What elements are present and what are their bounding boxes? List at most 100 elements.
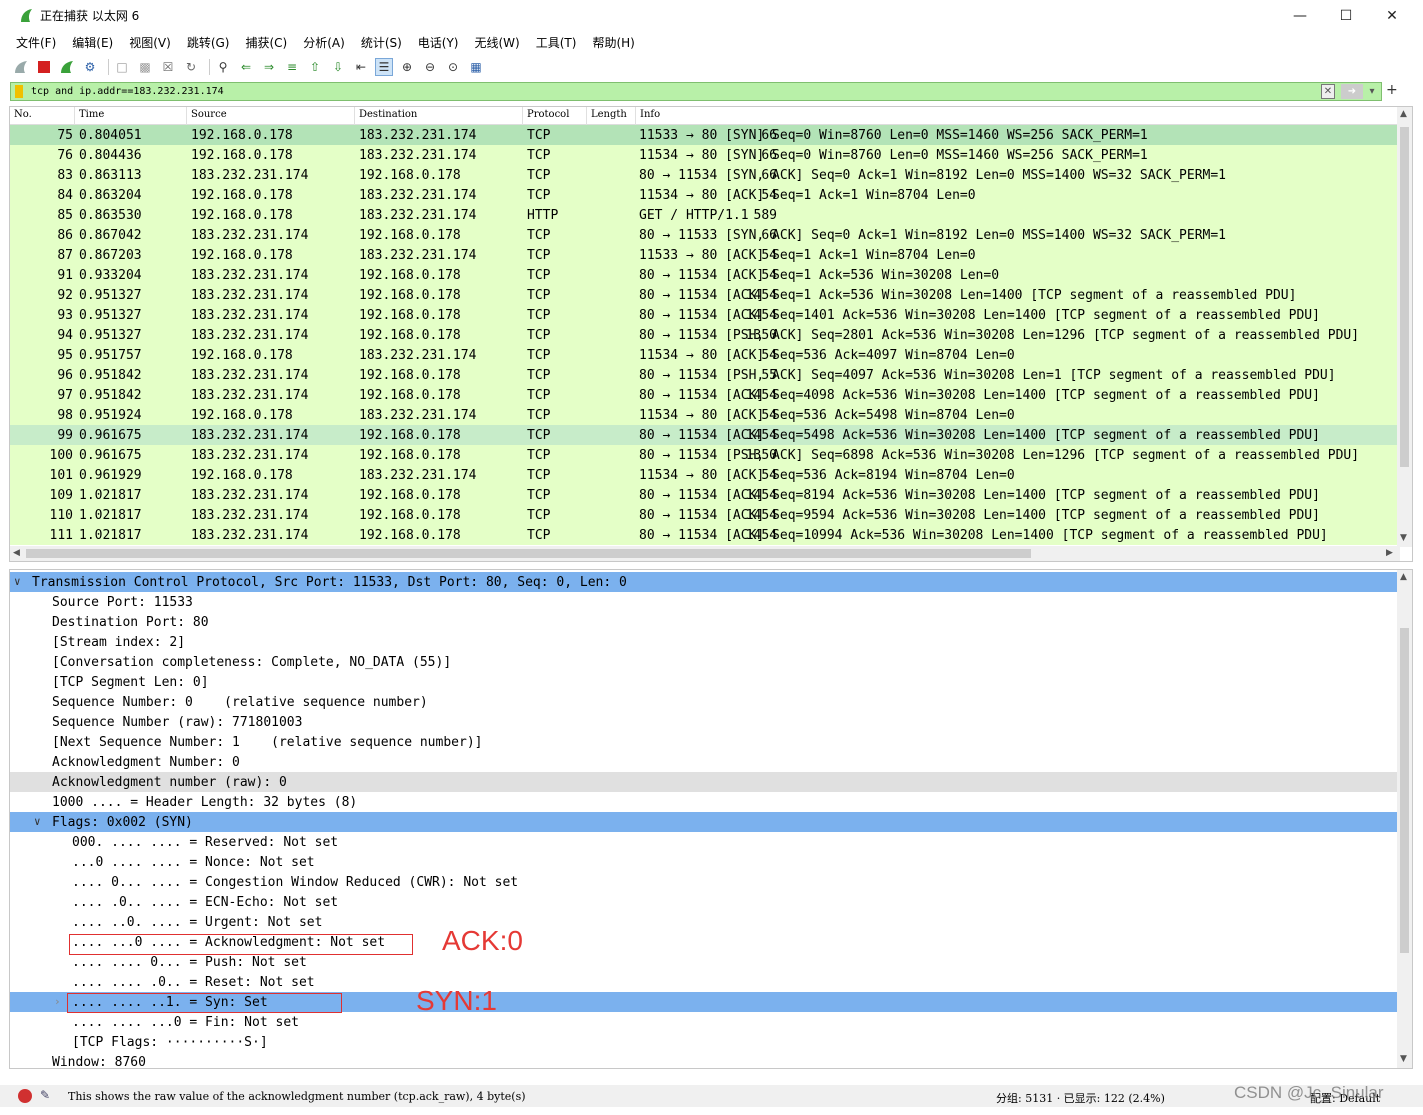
menu-wireless[interactable]: 无线(W) [475, 34, 520, 51]
close-button[interactable]: ✕ [1369, 0, 1415, 31]
apply-filter-arrow-icon[interactable]: ➜ [1341, 84, 1363, 99]
menu-tools[interactable]: 工具(T) [536, 34, 577, 51]
display-filter-bar[interactable]: tcp and ip.addr==183.232.231.174 ✕ ➜ ▾ [10, 82, 1382, 101]
capture-options-gear-icon[interactable]: ⚙ [81, 58, 99, 76]
menu-file[interactable]: 文件(F) [16, 34, 56, 51]
detail-tree-item[interactable]: Destination Port: 80 [10, 612, 1398, 632]
packet-row[interactable]: 110 1.021817 183.232.231.174 192.168.0.178 T… [10, 505, 1398, 525]
find-packet-search-icon[interactable]: ⚲ [214, 58, 232, 76]
column-divider[interactable] [354, 107, 355, 125]
display-filter-input[interactable]: tcp and ip.addr==183.232.231.174 [31, 86, 224, 97]
detail-tree-item[interactable]: Sequence Number: 0 (relative sequence nu… [10, 692, 1398, 712]
detail-tree-item[interactable]: .... ..0. .... = Urgent: Not set [10, 912, 1398, 932]
detail-tree-item[interactable]: [Conversation completeness: Complete, NO… [10, 652, 1398, 672]
packet-list-horizontal-scrollbar[interactable]: ◀ ▶ [10, 546, 1400, 561]
packet-row[interactable]: 76 0.804436 192.168.0.178 183.232.231.174 TC… [10, 145, 1398, 165]
packet-row[interactable]: 87 0.867203 192.168.0.178 183.232.231.174 TC… [10, 245, 1398, 265]
filter-dropdown-chevron-icon[interactable]: ▾ [1367, 84, 1377, 99]
go-to-packet-icon[interactable]: ≡ [283, 58, 301, 76]
packet-list-vertical-scrollbar[interactable]: ▲ ▼ [1397, 107, 1412, 547]
col-header-no[interactable]: No. [14, 109, 32, 120]
clear-filter-icon[interactable]: ✕ [1321, 84, 1335, 99]
go-forward-arrow-icon[interactable]: ⇒ [260, 58, 278, 76]
packet-row[interactable]: 92 0.951327 183.232.231.174 192.168.0.178 TC… [10, 285, 1398, 305]
menu-go[interactable]: 跳转(G) [187, 34, 230, 51]
expand-chevron-icon[interactable]: ∨ [34, 815, 41, 828]
col-header-source[interactable]: Source [191, 109, 227, 120]
packet-row[interactable]: 101 0.961929 192.168.0.178 183.232.231.174 T… [10, 465, 1398, 485]
menu-view[interactable]: 视图(V) [129, 34, 171, 51]
details-vertical-scrollbar[interactable]: ▲ ▼ [1397, 570, 1412, 1068]
resize-columns-icon[interactable]: ▦ [467, 58, 485, 76]
packet-row[interactable]: 93 0.951327 183.232.231.174 192.168.0.178 TC… [10, 305, 1398, 325]
detail-tree-item[interactable]: Acknowledgment number (raw): 0 [10, 772, 1398, 792]
packet-row[interactable]: 94 0.951327 183.232.231.174 192.168.0.178 TC… [10, 325, 1398, 345]
go-last-packet-icon[interactable]: ⇩ [329, 58, 347, 76]
col-header-destination[interactable]: Destination [359, 109, 417, 120]
collapse-chevron-icon[interactable]: › [54, 995, 61, 1008]
detail-tree-item[interactable]: .... 0... .... = Congestion Window Reduc… [10, 872, 1398, 892]
detail-tree-item[interactable]: Acknowledgment Number: 0 [10, 752, 1398, 772]
save-file-icon[interactable]: ▩ [136, 58, 154, 76]
column-divider[interactable] [522, 107, 523, 125]
detail-tree-item[interactable]: ...0 .... .... = Nonce: Not set [10, 852, 1398, 872]
colorize-list-icon[interactable]: ☰ [375, 58, 393, 76]
menu-telephony[interactable]: 电话(Y) [418, 34, 459, 51]
detail-tree-item[interactable]: [Stream index: 2] [10, 632, 1398, 652]
packet-row[interactable]: 98 0.951924 192.168.0.178 183.232.231.174 TC… [10, 405, 1398, 425]
detail-tree-item[interactable]: 000. .... .... = Reserved: Not set [10, 832, 1398, 852]
go-first-packet-icon[interactable]: ⇧ [306, 58, 324, 76]
scroll-right-arrow-icon[interactable]: ▶ [1386, 548, 1393, 558]
menu-edit[interactable]: 编辑(E) [72, 34, 113, 51]
packet-row[interactable]: 86 0.867042 183.232.231.174 192.168.0.178 TC… [10, 225, 1398, 245]
stop-capture-icon[interactable] [35, 58, 53, 76]
packet-list-pane[interactable]: No. Time Source Destination Protocol Len… [9, 106, 1413, 562]
go-back-arrow-icon[interactable]: ⇐ [237, 58, 255, 76]
packet-row[interactable]: 95 0.951757 192.168.0.178 183.232.231.174 TC… [10, 345, 1398, 365]
restart-capture-icon[interactable] [58, 58, 76, 76]
col-header-protocol[interactable]: Protocol [527, 109, 569, 120]
column-divider[interactable] [586, 107, 587, 125]
column-divider[interactable] [635, 107, 636, 125]
menu-analyze[interactable]: 分析(A) [303, 34, 345, 51]
add-filter-button-plus-icon[interactable]: + [1386, 82, 1398, 98]
detail-tree-item[interactable]: [TCP Flags: ··········S·] [10, 1032, 1398, 1052]
scroll-up-arrow-icon[interactable]: ▲ [1400, 109, 1407, 119]
zoom-in-icon[interactable]: ⊕ [398, 58, 416, 76]
menu-capture[interactable]: 捕获(C) [245, 34, 287, 51]
start-capture-icon[interactable] [12, 58, 30, 76]
detail-tree-item[interactable]: .... .... 0... = Push: Not set [10, 952, 1398, 972]
detail-tree-item[interactable]: .... .... ...0 = Fin: Not set [10, 1012, 1398, 1032]
expert-info-status-icon[interactable] [18, 1089, 32, 1103]
packet-row[interactable]: 83 0.863113 183.232.231.174 192.168.0.178 TC… [10, 165, 1398, 185]
column-divider[interactable] [74, 107, 75, 125]
close-file-icon[interactable]: ☒ [159, 58, 177, 76]
detail-tree-item[interactable]: .... .... .0.. = Reset: Not set [10, 972, 1398, 992]
col-header-time[interactable]: Time [79, 109, 104, 120]
reload-file-icon[interactable]: ↻ [182, 58, 200, 76]
packet-row[interactable]: 75 0.804051 192.168.0.178 183.232.231.174 TC… [10, 125, 1398, 145]
scroll-up-arrow-icon[interactable]: ▲ [1400, 572, 1407, 582]
detail-tree-item[interactable]: ∨ Flags: 0x002 (SYN) [10, 812, 1398, 832]
filter-bookmark-icon[interactable] [15, 85, 23, 98]
minimize-button[interactable]: — [1277, 0, 1323, 31]
menu-help[interactable]: 帮助(H) [592, 34, 634, 51]
scroll-thumb[interactable] [26, 549, 1031, 558]
detail-tree-item[interactable]: Source Port: 11533 [10, 592, 1398, 612]
detail-tree-item[interactable]: .... .0.. .... = ECN-Echo: Not set [10, 892, 1398, 912]
packet-row[interactable]: 100 0.961675 183.232.231.174 192.168.0.178 T… [10, 445, 1398, 465]
packet-row[interactable]: 91 0.933204 183.232.231.174 192.168.0.178 TC… [10, 265, 1398, 285]
zoom-out-icon[interactable]: ⊖ [421, 58, 439, 76]
col-header-length[interactable]: Length [591, 109, 627, 120]
maximize-button[interactable]: ☐ [1323, 0, 1369, 31]
autoscroll-icon[interactable]: ⇤ [352, 58, 370, 76]
scroll-thumb[interactable] [1400, 127, 1409, 467]
menu-statistics[interactable]: 统计(S) [361, 34, 402, 51]
detail-tree-root[interactable]: ∨ Transmission Control Protocol, Src Port… [10, 572, 1398, 592]
packet-row[interactable]: 99 0.961675 183.232.231.174 192.168.0.178 TC… [10, 425, 1398, 445]
column-divider[interactable] [186, 107, 187, 125]
scroll-left-arrow-icon[interactable]: ◀ [13, 548, 20, 558]
scroll-thumb[interactable] [1400, 628, 1409, 953]
scroll-down-arrow-icon[interactable]: ▼ [1400, 1054, 1407, 1064]
detail-tree-item[interactable]: [TCP Segment Len: 0] [10, 672, 1398, 692]
